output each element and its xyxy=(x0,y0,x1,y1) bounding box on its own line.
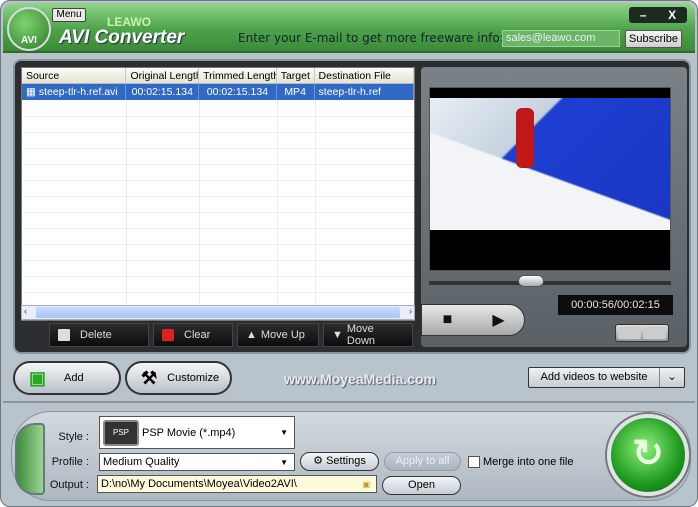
psp-icon: PSP xyxy=(103,419,139,446)
play-icon: ▶ xyxy=(492,312,505,329)
film-icon: ▦ xyxy=(26,86,39,98)
add-label: Add xyxy=(64,372,84,384)
open-button[interactable]: Open xyxy=(382,476,461,495)
cell-source: steep-tlr-h.ref.avi xyxy=(38,86,118,98)
horizontal-scrollbar[interactable]: ‹ › xyxy=(21,305,415,320)
col-destination[interactable]: Destination File xyxy=(315,68,414,83)
folder-icon[interactable]: ▣ xyxy=(362,480,370,489)
profile-value: Medium Quality xyxy=(103,456,180,468)
col-source[interactable]: Source xyxy=(22,68,127,83)
time-display: 00:00:56/00:02:15 xyxy=(558,295,673,315)
style-label: Style : xyxy=(58,431,89,443)
merge-checkbox[interactable] xyxy=(468,456,480,468)
app-window: AVI Menu LEAWO AVI Converter Enter your … xyxy=(0,0,698,507)
menu-button[interactable]: Menu xyxy=(52,8,86,22)
cell-trimmed: 00:02:15.134 xyxy=(199,84,277,100)
output-path-input[interactable]: D:\no\My Documents\Moyea\Video2AVI\ ▣ xyxy=(97,475,377,493)
move-down-button[interactable]: ▼ Move Down xyxy=(323,323,413,347)
app-title: AVI Converter xyxy=(59,27,185,48)
convert-arrow-icon: ↻ xyxy=(632,433,664,475)
list-toolbar: Delete Clear ▲ Move Up ▼ Move Down xyxy=(21,323,415,347)
close-button[interactable]: X xyxy=(668,7,676,23)
snapshot-controls xyxy=(615,324,669,342)
convert-button[interactable]: ↻ xyxy=(607,414,689,496)
email-input[interactable]: sales@leawo.com xyxy=(502,30,620,47)
window-controls: – X xyxy=(629,7,687,23)
move-down-label: Move Down xyxy=(346,323,376,347)
col-trimmed-length[interactable]: Trimmed Length xyxy=(199,68,277,83)
subscribe-button[interactable]: Subscribe xyxy=(625,30,682,48)
arrow-up-icon: ▲ xyxy=(246,329,257,341)
seek-track[interactable] xyxy=(429,281,671,285)
email-prompt: Enter your E-mail to get more freeware i… xyxy=(238,31,504,45)
file-list[interactable]: Source Original Length Trimmed Length Ta… xyxy=(21,67,415,321)
stop-button[interactable]: ■ xyxy=(422,305,473,335)
gear-icon: ⚙ xyxy=(313,455,327,467)
style-value: PSP Movie (*.mp4) xyxy=(142,426,236,439)
scroll-thumb[interactable] xyxy=(36,307,400,318)
app-logo: AVI xyxy=(7,7,51,51)
output-label: Output : xyxy=(49,479,89,491)
col-original-length[interactable]: Original Length xyxy=(126,68,200,83)
cell-target: MP4 xyxy=(277,84,315,100)
settings-button[interactable]: ⚙ Settings xyxy=(300,452,379,471)
add-button[interactable]: ▣ Add xyxy=(13,361,121,395)
clear-button[interactable]: Clear xyxy=(153,323,233,347)
delete-label: Delete xyxy=(80,329,112,341)
folder-icon[interactable] xyxy=(643,327,666,339)
divider xyxy=(3,401,695,403)
output-path: D:\no\My Documents\Moyea\Video2AVI\ xyxy=(101,478,297,490)
move-up-button[interactable]: ▲ Move Up xyxy=(237,323,319,347)
add-video-icon: ▣ xyxy=(29,367,47,388)
video-preview xyxy=(429,87,671,271)
profile-select[interactable]: Medium Quality ▼ xyxy=(99,453,295,471)
style-select[interactable]: PSP PSP Movie (*.mp4) ▼ xyxy=(99,416,295,449)
clear-icon xyxy=(162,329,174,341)
playback-controls: ■ ▶ xyxy=(421,304,525,336)
website-link[interactable]: www.MoyeaMedia.com xyxy=(284,371,436,387)
customize-label: Customize xyxy=(167,372,220,384)
tools-icon: ⚒ xyxy=(141,367,158,388)
apply-to-all-button[interactable]: Apply to all xyxy=(384,452,461,471)
cell-original: 00:02:15.134 xyxy=(126,84,200,100)
move-up-label: Move Up xyxy=(260,329,305,341)
delete-icon xyxy=(58,329,70,341)
list-header: Source Original Length Trimmed Length Ta… xyxy=(22,68,414,84)
minimize-button[interactable]: – xyxy=(640,7,647,23)
arrow-down-icon: ▼ xyxy=(332,329,343,341)
settings-label: Settings xyxy=(326,455,366,467)
dropdown-arrow-icon: ▼ xyxy=(280,428,288,437)
dropdown-arrow-icon: ▼ xyxy=(280,457,288,467)
clear-label: Clear xyxy=(184,329,211,341)
play-button[interactable]: ▶ xyxy=(473,305,524,335)
table-row[interactable]: ▦ steep-tlr-h.ref.avi 00:02:15.134 00:02… xyxy=(22,84,414,100)
profile-label: Profile : xyxy=(51,456,89,468)
cell-destination: steep-tlr-h.ref xyxy=(315,84,414,100)
add-videos-dropdown[interactable]: Add videos to website ⌄ xyxy=(528,367,685,388)
chevron-down-icon[interactable]: ⌄ xyxy=(660,368,684,387)
stop-icon: ■ xyxy=(442,311,453,328)
seek-slider-thumb[interactable] xyxy=(517,275,544,287)
col-target[interactable]: Target xyxy=(277,68,315,83)
add-videos-label[interactable]: Add videos to website xyxy=(529,368,660,387)
merge-label: Merge into one file xyxy=(483,456,574,468)
camera-icon[interactable] xyxy=(618,327,641,339)
delete-button[interactable]: Delete xyxy=(49,323,149,347)
empty-rows xyxy=(22,101,414,306)
customize-button[interactable]: ⚒ Customize xyxy=(125,361,232,395)
